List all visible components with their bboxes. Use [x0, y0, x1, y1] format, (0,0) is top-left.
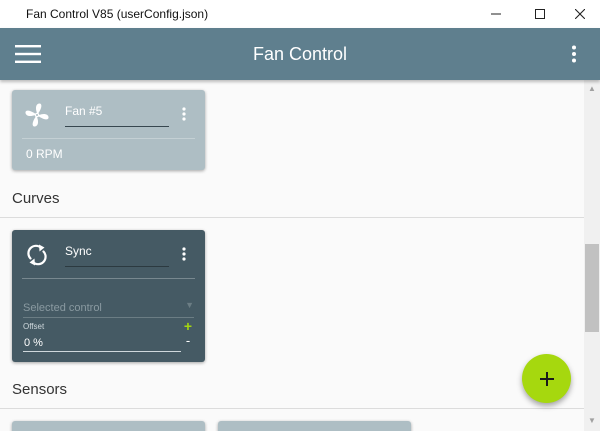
more-vert-icon	[182, 107, 186, 121]
scrollbar-thumb[interactable]	[585, 244, 599, 332]
curves-divider	[0, 217, 584, 218]
curve-card[interactable]: Sync Selected control ▼ Offset + 0 % -	[12, 230, 205, 362]
selected-control-dropdown[interactable]: Selected control ▼	[23, 298, 194, 318]
fan-speed: 0 RPM	[26, 147, 63, 161]
more-vert-icon	[572, 45, 576, 63]
curve-name-underline	[65, 266, 169, 267]
hamburger-menu-icon	[15, 45, 41, 63]
offset-underline	[23, 351, 181, 352]
main-content: Fan #5 0 RPM Curves Sync Selected contro…	[0, 80, 584, 431]
offset-decrement-button[interactable]: -	[182, 334, 194, 348]
window-title: Fan Control V85 (userConfig.json)	[26, 7, 209, 21]
curve-card-menu-button[interactable]	[177, 244, 191, 264]
plus-icon	[539, 371, 554, 386]
maximize-button[interactable]	[520, 0, 560, 28]
curve-name-field[interactable]: Sync	[65, 244, 92, 258]
curve-card-divider	[22, 278, 195, 279]
app-bar: Fan Control	[0, 28, 600, 80]
scroll-down-icon[interactable]: ▼	[584, 414, 600, 428]
scroll-up-icon[interactable]: ▲	[584, 82, 600, 96]
close-button[interactable]	[560, 0, 600, 28]
curves-section-header: Curves	[12, 190, 60, 207]
window-titlebar: Fan Control V85 (userConfig.json)	[0, 0, 600, 28]
more-options-button[interactable]	[562, 42, 586, 66]
app-title: Fan Control	[252, 44, 348, 64]
sensor-card[interactable]	[12, 421, 205, 431]
minimize-button[interactable]	[476, 0, 516, 28]
fan-card[interactable]: Fan #5 0 RPM	[12, 90, 205, 170]
more-vert-icon	[182, 247, 186, 261]
maximize-icon	[535, 9, 545, 19]
offset-label: Offset	[23, 322, 45, 331]
sync-icon	[24, 242, 50, 268]
fan-card-menu-button[interactable]	[177, 104, 191, 124]
selected-control-placeholder: Selected control	[23, 302, 102, 314]
sensors-divider	[0, 408, 584, 409]
fan-icon	[24, 102, 50, 128]
fan-name-underline	[65, 126, 169, 127]
fan-card-divider	[22, 138, 195, 139]
fan-name-field[interactable]: Fan #5	[65, 104, 102, 118]
menu-button[interactable]	[14, 42, 42, 66]
close-icon	[575, 9, 585, 19]
offset-increment-button[interactable]: +	[182, 319, 194, 333]
vertical-scrollbar[interactable]: ▲ ▼	[584, 80, 600, 431]
dropdown-arrow-icon: ▼	[185, 300, 194, 310]
offset-input[interactable]: 0 %	[24, 337, 43, 349]
dropdown-underline	[23, 317, 194, 318]
add-button[interactable]	[522, 354, 571, 403]
minimize-icon	[491, 13, 501, 15]
sensor-card[interactable]	[218, 421, 411, 431]
sensors-section-header: Sensors	[12, 381, 68, 398]
